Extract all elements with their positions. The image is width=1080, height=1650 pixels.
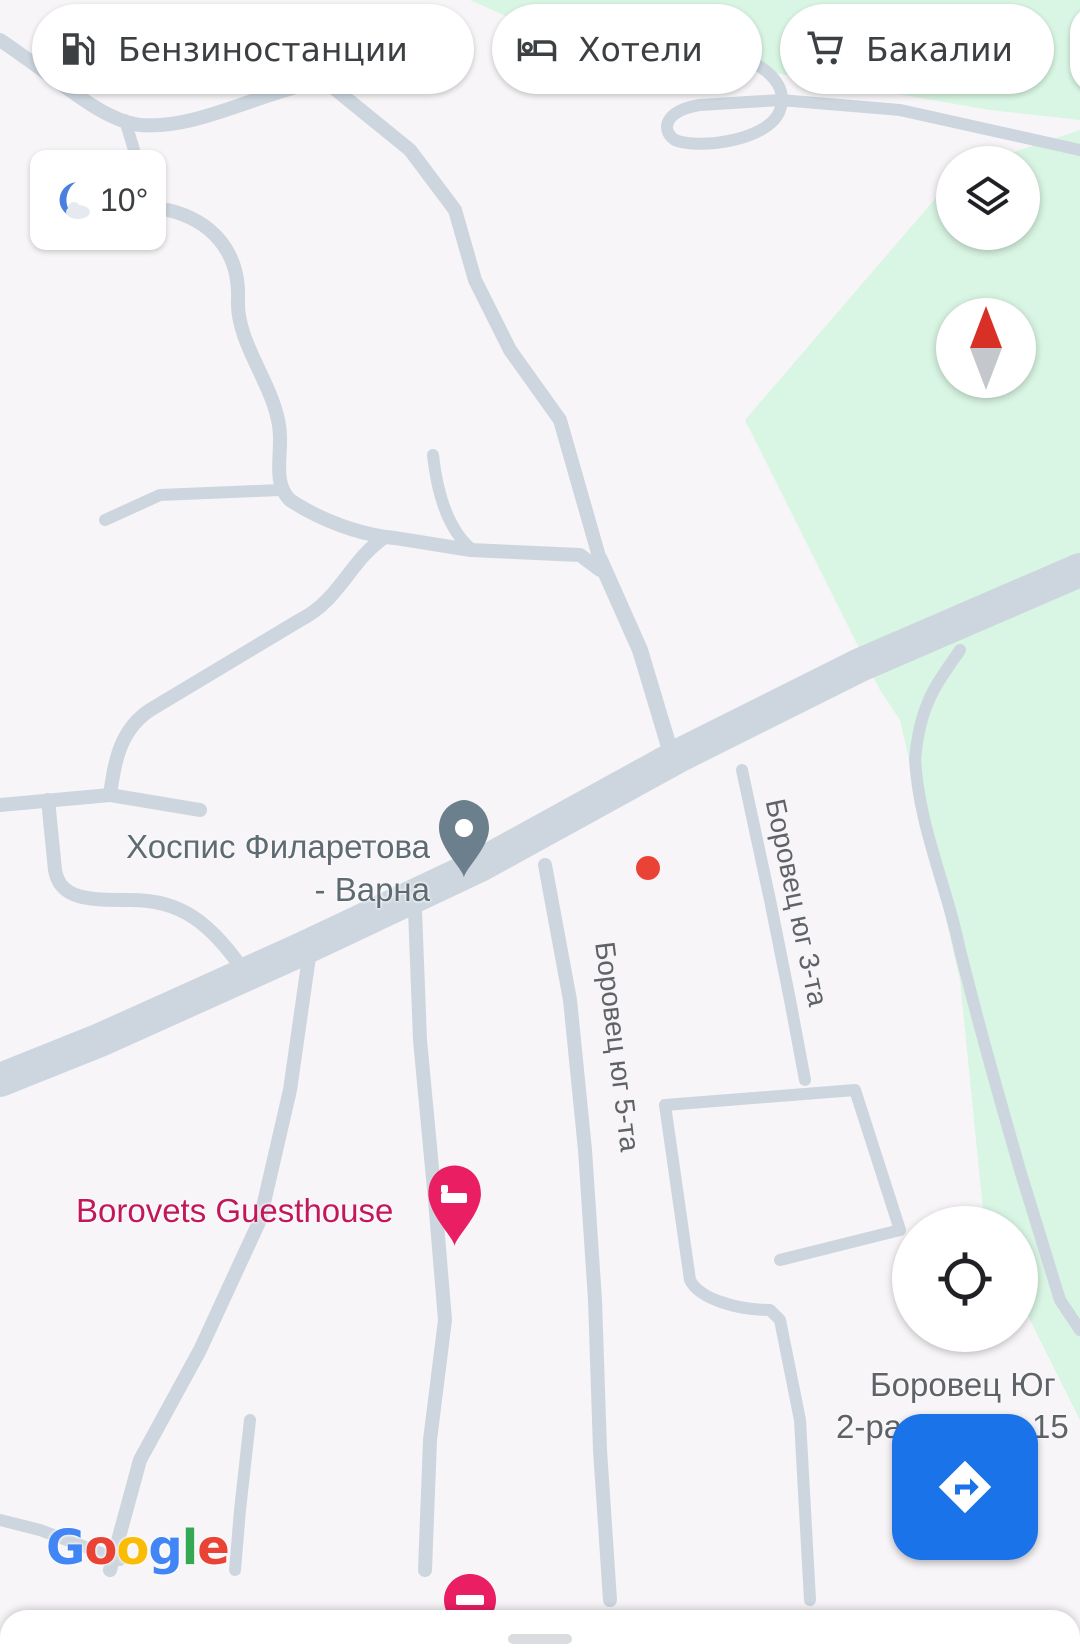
borovets-yug-label-line1: Боровец Юг bbox=[870, 1366, 1056, 1403]
compass-icon bbox=[970, 306, 1002, 390]
chip-gas-stations[interactable]: Бензиностанции bbox=[32, 4, 474, 94]
directions-button[interactable] bbox=[892, 1414, 1038, 1560]
shopping-cart-icon bbox=[807, 31, 843, 65]
dropped-pin-marker bbox=[636, 856, 660, 880]
google-logo-letter: g bbox=[148, 1520, 182, 1576]
bottom-sheet[interactable] bbox=[0, 1610, 1080, 1650]
poi-hospice-label[interactable]: Хоспис Филаретова - Варна bbox=[90, 825, 430, 911]
chip-label: Бензиностанции bbox=[118, 29, 408, 69]
hotel-bed-icon bbox=[517, 38, 557, 62]
crosshair-location-icon bbox=[938, 1252, 992, 1306]
google-logo-letter: G bbox=[46, 1520, 85, 1576]
weather-temperature: 10° bbox=[100, 181, 149, 218]
poi-hospice-line1: Хоспис Филаретова bbox=[126, 828, 430, 865]
google-logo: Google bbox=[46, 1520, 230, 1576]
compass-button[interactable] bbox=[936, 298, 1036, 398]
google-logo-letter: o bbox=[116, 1520, 149, 1576]
poi-hospice-line2: - Варна bbox=[314, 871, 430, 908]
google-logo-letter: o bbox=[84, 1520, 117, 1576]
my-location-button[interactable] bbox=[892, 1206, 1038, 1352]
bottom-sheet-handle[interactable] bbox=[508, 1634, 572, 1644]
chip-hotels[interactable]: Хотели bbox=[492, 4, 762, 94]
poi-guesthouse-label[interactable]: Borovets Guesthouse bbox=[76, 1192, 393, 1230]
layers-icon bbox=[966, 176, 1010, 216]
chip-groceries[interactable]: Бакалии bbox=[780, 4, 1054, 94]
directions-icon bbox=[938, 1460, 992, 1514]
weather-widget[interactable]: 10° bbox=[30, 150, 166, 250]
moon-cloud-icon bbox=[59, 182, 90, 219]
chip-label: Бакалии bbox=[866, 29, 1014, 69]
gas-station-icon bbox=[63, 33, 95, 66]
chip-label: Хотели bbox=[578, 29, 703, 69]
google-logo-letter: l bbox=[181, 1520, 198, 1576]
google-logo-letter: e bbox=[197, 1520, 230, 1576]
layers-button[interactable] bbox=[936, 146, 1040, 250]
